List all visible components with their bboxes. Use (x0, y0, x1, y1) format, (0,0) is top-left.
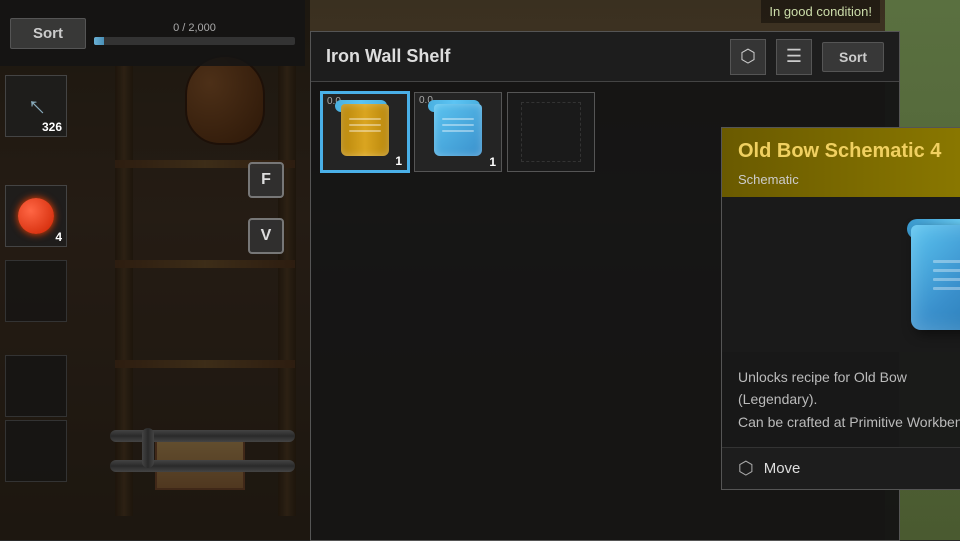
filter-icon: ☰ (786, 46, 802, 67)
large-scroll-line (933, 287, 960, 290)
detail-panel: Old Bow Schematic 4 Schematic Legendary (721, 127, 960, 490)
scroll-line (349, 124, 381, 126)
scroll-line (442, 118, 474, 120)
empty-slot-1 (5, 260, 67, 322)
key-v-hint: V (248, 218, 284, 254)
large-scroll-line (933, 278, 960, 281)
top-bar-left: Sort 0 / 2,000 (0, 0, 305, 66)
scroll-line (349, 118, 381, 120)
filter-icon-btn[interactable]: ☰ (776, 39, 812, 75)
schematic-icon-1 (337, 104, 393, 160)
large-scroll-line (933, 269, 960, 272)
scroll-line (349, 130, 381, 132)
move-action-icon: ⬡ (738, 458, 754, 479)
large-scroll-lines (933, 260, 960, 290)
panel-title: Iron Wall Shelf (326, 46, 720, 67)
detail-type: Schematic (738, 172, 799, 187)
large-scroll (901, 215, 960, 335)
scroll-body-2 (434, 104, 482, 156)
condition-text: In good condition! (761, 0, 880, 23)
left-hud: Sort 0 / 2,000 ↑ 326 4 F V (0, 0, 310, 540)
large-scroll-body (911, 225, 960, 330)
scroll-body-1 (341, 104, 389, 156)
exit-icon-btn[interactable]: ⬡ (730, 39, 766, 75)
capacity-bar (94, 37, 295, 45)
empty-slot-2 (5, 355, 67, 417)
item-slot-1[interactable]: 0.0 1 (321, 92, 409, 172)
sort-button-right[interactable]: Sort (822, 42, 884, 72)
capacity-container: 0 / 2,000 (94, 22, 295, 45)
key-f-hint: F (248, 162, 284, 198)
action-bar: ⬡ Move ◂ 0 (722, 448, 960, 489)
capacity-text: 0 / 2,000 (173, 22, 216, 34)
scroll-lines-1 (349, 118, 381, 132)
panel-header: Iron Wall Shelf ⬡ ☰ Sort (311, 32, 899, 82)
red-item-count: 4 (55, 230, 62, 244)
detail-description: Unlocks recipe for Old Bow(Legendary).Ca… (722, 352, 960, 448)
arrow-icon: ↑ (20, 90, 53, 123)
main-panel: Iron Wall Shelf ⬡ ☰ Sort 0.0 1 (310, 31, 900, 541)
empty-slot-inner (521, 102, 581, 162)
detail-title: Old Bow Schematic 4 (738, 140, 960, 163)
red-item-icon (18, 198, 54, 234)
item-slot-2[interactable]: 0.0 1 (414, 92, 502, 172)
red-item-slot[interactable]: 4 (5, 185, 67, 247)
item-slot-3[interactable] (507, 92, 595, 172)
capacity-fill (94, 37, 104, 45)
empty-slot-3 (5, 420, 67, 482)
large-scroll-line (933, 260, 960, 263)
detail-subtitle-row: Schematic Legendary (738, 169, 960, 189)
move-action-label: Move (764, 460, 960, 477)
exit-icon: ⬡ (740, 46, 756, 67)
scroll-line (442, 124, 474, 126)
schematic-icon-2 (430, 104, 486, 160)
arrow-count: 326 (42, 120, 62, 134)
scroll-lines-2 (442, 118, 474, 132)
item-qty-2: 1 (489, 155, 496, 169)
item-qty-1: 1 (395, 154, 402, 168)
detail-image: in Inventory 1 (722, 197, 960, 352)
detail-header: Old Bow Schematic 4 Schematic Legendary (722, 128, 960, 197)
sort-button-left[interactable]: Sort (10, 18, 86, 49)
scroll-line (442, 130, 474, 132)
arrow-slot[interactable]: ↑ 326 (5, 75, 67, 137)
